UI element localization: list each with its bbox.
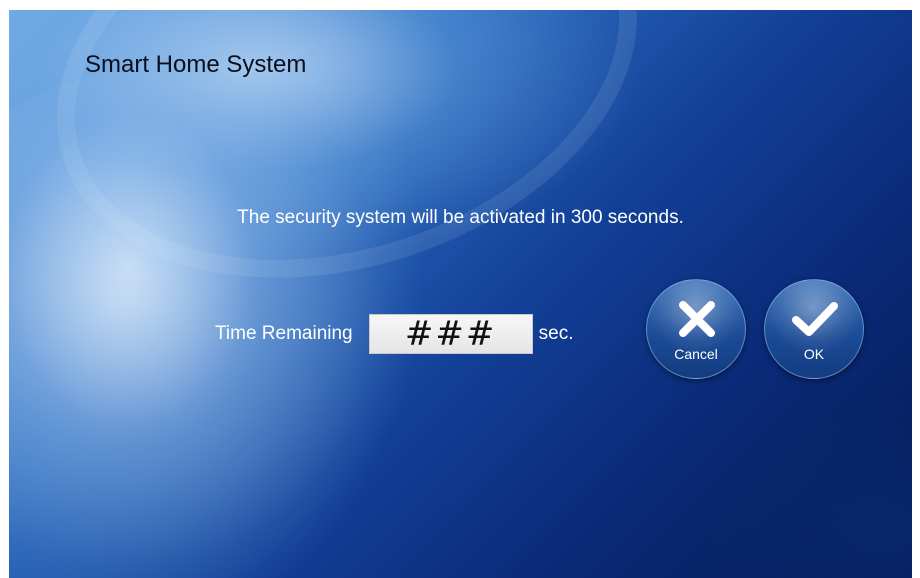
cancel-button-label: Cancel	[674, 346, 718, 362]
page-title: Smart Home System	[85, 51, 307, 78]
ok-button-label: OK	[803, 346, 825, 362]
checkmark-icon	[792, 302, 838, 336]
screen-background: Smart Home System The security system wi…	[9, 10, 912, 578]
close-icon	[679, 301, 715, 337]
time-remaining-label: Time Remaining	[215, 323, 353, 344]
time-unit-label: sec.	[538, 323, 574, 344]
ok-button[interactable]: OK	[764, 279, 864, 379]
timer-row: Time Remaining ### sec.	[215, 312, 573, 356]
cancel-button[interactable]: Cancel	[646, 279, 746, 379]
time-remaining-display: ###	[368, 314, 533, 354]
activation-message: The security system will be activated in…	[237, 207, 684, 228]
